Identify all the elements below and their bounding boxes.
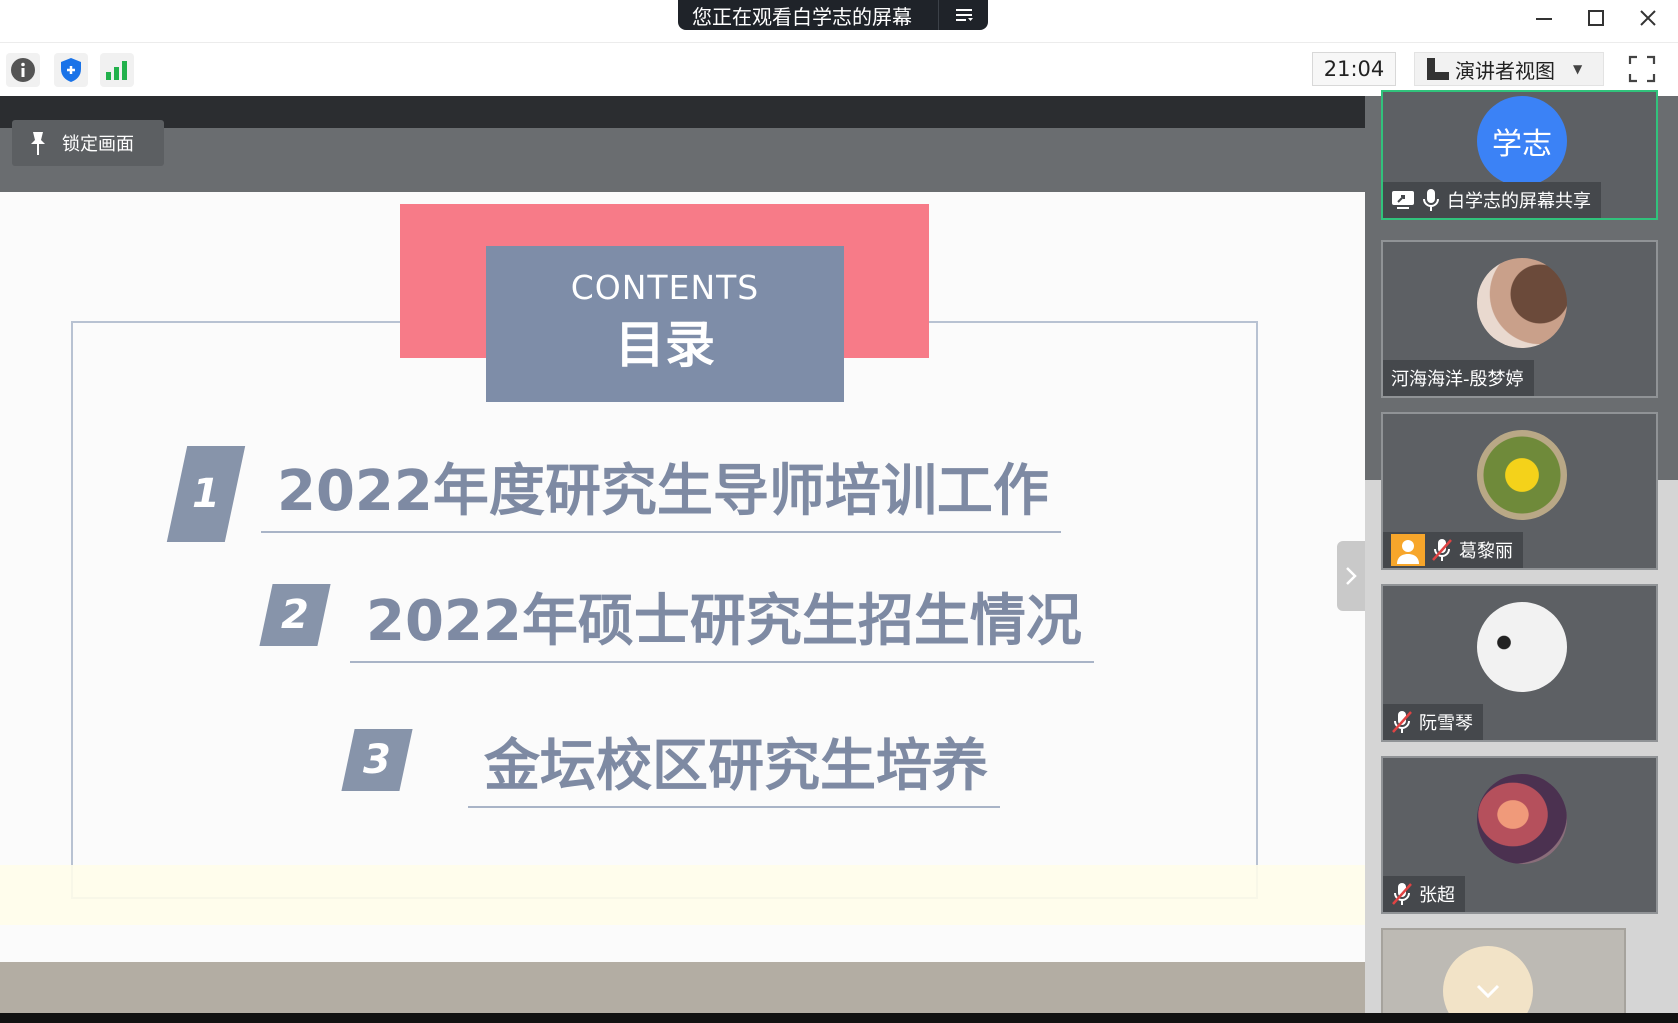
- avatar: [1443, 946, 1533, 1023]
- microphone-muted-icon: [1391, 710, 1413, 734]
- participant-name: 葛黎丽: [1459, 541, 1513, 562]
- view-mode-dropdown[interactable]: 演讲者视图 ▼: [1414, 52, 1604, 86]
- screen-share-banner: 您正在观看白学志的屏幕: [678, 0, 988, 30]
- participant-tile[interactable]: 葛黎丽: [1381, 412, 1658, 570]
- share-menu-button[interactable]: [938, 0, 988, 30]
- lock-view-button[interactable]: 锁定画面: [12, 120, 164, 166]
- slide-title-block: CONTENTS 目录: [486, 246, 844, 402]
- maximize-button[interactable]: [1576, 4, 1616, 32]
- participants-sidebar: 学志 白学志的屏幕共享 河海海洋-殷梦婷 葛黎丽 阮雪琴 张超: [1365, 90, 1678, 1023]
- stage-header: 锁定画面: [0, 96, 1365, 192]
- pin-icon: [31, 132, 45, 155]
- close-icon: [1640, 10, 1656, 26]
- participant-tile[interactable]: 学志 白学志的屏幕共享: [1381, 90, 1658, 220]
- meeting-window: 您正在观看白学志的屏幕 21:04 演讲者视图 ▼ 锁定画面 CONTENTS …: [0, 0, 1678, 1023]
- participant-name: 河海海洋-殷梦婷: [1391, 369, 1524, 390]
- participant-tile[interactable]: 张超: [1381, 756, 1658, 914]
- microphone-muted-icon: [1391, 882, 1413, 906]
- chevron-down-icon: ▼: [1573, 62, 1583, 76]
- fullscreen-icon: [1628, 55, 1656, 83]
- close-button[interactable]: [1628, 4, 1668, 32]
- item-number: 3: [363, 737, 391, 783]
- title-bar: 您正在观看白学志的屏幕: [0, 0, 1678, 42]
- chevron-down-icon: [1476, 984, 1500, 998]
- network-status-button[interactable]: [100, 53, 134, 87]
- lock-view-label: 锁定画面: [62, 134, 134, 155]
- participant-name: 阮雪琴: [1419, 713, 1473, 734]
- item-number: 2: [281, 592, 309, 638]
- participant-nameplate: 张超: [1383, 876, 1465, 912]
- fullscreen-button[interactable]: [1626, 53, 1658, 85]
- avatar: [1477, 430, 1567, 520]
- signal-icon: [106, 61, 127, 80]
- stage-footer: [0, 962, 1365, 1013]
- security-button[interactable]: [54, 53, 88, 87]
- share-banner-text: 您正在观看白学志的屏幕: [692, 4, 912, 29]
- minimize-button[interactable]: [1524, 4, 1564, 32]
- participant-nameplate: 葛黎丽: [1383, 532, 1523, 568]
- participant-name: 张超: [1419, 885, 1455, 906]
- shared-screen-stage: 锁定画面 CONTENTS 目录 1 2022年度研究生导师培训工作 2 202…: [0, 96, 1365, 1013]
- microphone-muted-icon: [1431, 538, 1453, 562]
- avatar: 学志: [1477, 96, 1567, 186]
- item-label: 2022年度研究生导师培训工作: [261, 446, 1061, 533]
- slide-bottom-band: [0, 865, 1365, 925]
- taskbar-strip: [0, 1013, 1678, 1023]
- participant-name: 白学志的屏幕共享: [1447, 191, 1591, 212]
- participant-nameplate: 阮雪琴: [1383, 704, 1483, 740]
- participant-nameplate: 白学志的屏幕共享: [1383, 182, 1601, 218]
- maximize-icon: [1588, 10, 1604, 26]
- participant-tile[interactable]: [1381, 928, 1626, 1023]
- slide-title-zh: 目录: [615, 316, 715, 374]
- chevron-right-icon: [1346, 567, 1357, 585]
- user-icon: [1391, 534, 1425, 566]
- item-label: 2022年硕士研究生招生情况: [350, 576, 1094, 663]
- slide-title-en: CONTENTS: [570, 268, 760, 307]
- collapse-sidebar-button[interactable]: [1337, 541, 1365, 611]
- microphone-icon: [1421, 188, 1441, 212]
- view-mode-label: 演讲者视图: [1455, 58, 1555, 83]
- participant-tile[interactable]: 河海海洋-殷梦婷: [1381, 240, 1658, 398]
- meeting-timer: 21:04: [1312, 52, 1396, 86]
- avatar-initials: 学志: [1492, 127, 1552, 162]
- item-number: 1: [192, 471, 220, 517]
- item-label: 金坛校区研究生培养: [468, 721, 1000, 808]
- shield-icon: [61, 58, 81, 82]
- minimize-icon: [1536, 18, 1552, 20]
- meeting-toolbar: 21:04 演讲者视图 ▼: [0, 42, 1678, 96]
- layout-icon: [1427, 58, 1449, 80]
- info-button[interactable]: [6, 53, 40, 87]
- avatar: [1477, 258, 1567, 348]
- menu-icon: [955, 9, 973, 21]
- participant-nameplate: 河海海洋-殷梦婷: [1383, 360, 1534, 396]
- info-icon: [11, 58, 35, 82]
- presentation-slide: CONTENTS 目录 1 2022年度研究生导师培训工作 2 2022年硕士研…: [0, 192, 1365, 962]
- avatar: [1477, 774, 1567, 864]
- screen-share-icon: [1391, 189, 1415, 211]
- participant-tile[interactable]: 阮雪琴: [1381, 584, 1658, 742]
- avatar: [1477, 602, 1567, 692]
